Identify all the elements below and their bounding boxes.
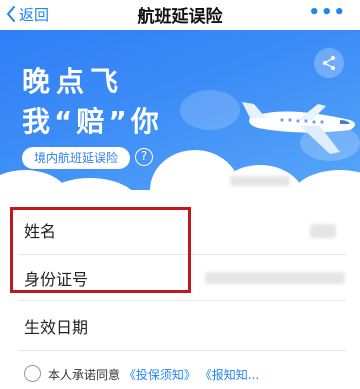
navigation-bar: 返回 航班延误险 •••	[0, 0, 360, 30]
share-icon	[323, 56, 335, 70]
cloud-decoration	[180, 90, 240, 130]
agreement-text: 本人承诺同意 《投保须知》 《报知知...	[48, 366, 259, 383]
redacted-value	[310, 224, 336, 238]
cloud-decoration	[290, 170, 360, 190]
hero-banner: 晚点飞 我“赔”你 境内航班延误险 ?	[0, 30, 360, 190]
redacted-value	[230, 176, 290, 186]
slogan-line-1: 晚点飞	[22, 65, 125, 98]
product-tag[interactable]: 境内航班延误险	[22, 147, 131, 169]
notice-link[interactable]: 《投保须知》	[124, 368, 196, 382]
effective-date-row[interactable]: 生效日期	[0, 302, 360, 348]
divider	[18, 300, 346, 301]
redacted-value	[205, 272, 345, 284]
slogan-line-2: 我“赔”你	[22, 105, 163, 138]
highlight-box	[10, 207, 191, 293]
more-icon[interactable]: •••	[308, 2, 346, 23]
agreement-prefix: 本人承诺同意	[48, 368, 121, 382]
effective-date-label: 生效日期	[24, 318, 89, 337]
help-icon[interactable]: ?	[135, 148, 153, 166]
disclosure-link[interactable]: 《报知知...	[200, 368, 259, 382]
agree-radio[interactable]	[24, 365, 41, 382]
divider	[18, 350, 346, 351]
airplane-illustration	[242, 102, 355, 154]
share-button[interactable]	[314, 48, 344, 78]
page-title: 航班延误险	[137, 7, 223, 27]
agreement-row: 本人承诺同意 《投保须知》 《报知知...	[0, 359, 360, 389]
